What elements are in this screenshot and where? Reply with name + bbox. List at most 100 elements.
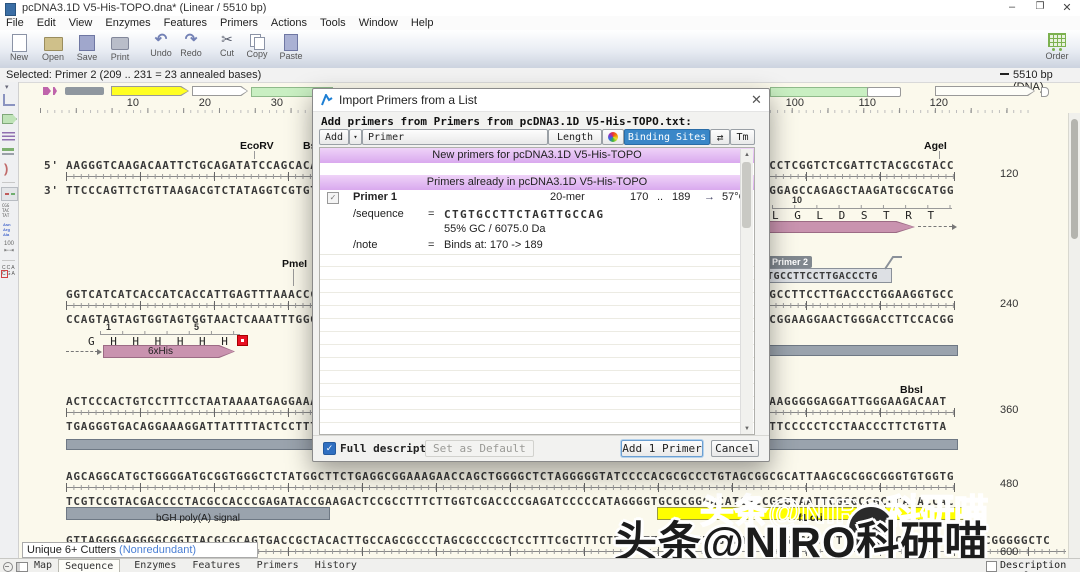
menu-enzymes[interactable]: Enzymes bbox=[105, 17, 150, 29]
ruler-tick-20: 20 bbox=[187, 97, 211, 109]
primers-pair-icon[interactable] bbox=[2, 148, 15, 156]
menu-file[interactable]: File bbox=[6, 17, 24, 29]
redo-icon: ↷ bbox=[178, 31, 204, 48]
tm-column-header[interactable]: Tm bbox=[730, 129, 755, 145]
translation-brace-icon[interactable]: ) bbox=[4, 162, 8, 175]
order-button[interactable]: Order bbox=[1042, 33, 1072, 61]
tab-features[interactable]: Features bbox=[186, 559, 246, 572]
import-primers-dialog: Import Primers from a List ✕ Add primers… bbox=[312, 88, 770, 462]
enzyme-label-agei[interactable]: AgeI bbox=[924, 140, 947, 152]
menu-tools[interactable]: Tools bbox=[320, 17, 346, 29]
menu-features[interactable]: Features bbox=[164, 17, 207, 29]
close-button[interactable]: ✕ bbox=[1056, 1, 1078, 15]
primer1-checkbox[interactable]: ✓ bbox=[327, 192, 339, 204]
primer1-length: 20-mer bbox=[550, 191, 585, 203]
open-folder-icon bbox=[44, 37, 63, 51]
note-eq: = bbox=[428, 239, 434, 251]
full-descriptions-checkbox[interactable]: ✓ bbox=[323, 442, 336, 455]
collapse-caret-icon[interactable]: ▾ bbox=[5, 83, 9, 91]
menu-edit[interactable]: Edit bbox=[37, 17, 56, 29]
cut-button[interactable]: ✂ Cut bbox=[214, 31, 240, 58]
save-button[interactable]: Save bbox=[74, 34, 100, 62]
tab-history[interactable]: History bbox=[309, 559, 363, 572]
menu-primers[interactable]: Primers bbox=[220, 17, 258, 29]
dialog-title-bar[interactable]: Import Primers from a List ✕ bbox=[313, 89, 769, 112]
primer1-end: 189 bbox=[672, 191, 690, 203]
menu-actions[interactable]: Actions bbox=[271, 17, 307, 29]
minimap-long-white-feature bbox=[935, 86, 1035, 96]
zoom-out-icon[interactable] bbox=[3, 562, 13, 572]
primer1-gc-mass: 55% GC / 6075.0 Da bbox=[444, 223, 546, 235]
enzyme-tool-icon[interactable] bbox=[3, 94, 15, 106]
primer2-bent-arrow-icon bbox=[884, 254, 904, 270]
add-column-button[interactable]: Add bbox=[319, 129, 349, 145]
seq-row2-pos: 240 bbox=[1000, 298, 1018, 310]
menu-help[interactable]: Help bbox=[411, 17, 434, 29]
dashes-tool-icon[interactable] bbox=[1, 187, 18, 201]
minimize-button[interactable]: – bbox=[1000, 1, 1024, 15]
panel-toggle-icon[interactable] bbox=[16, 562, 28, 572]
add-dropdown-caret[interactable]: ▾ bbox=[349, 129, 362, 145]
v5-feature-arrow[interactable] bbox=[760, 221, 915, 233]
description-panel-checkbox[interactable] bbox=[986, 561, 997, 572]
open-button[interactable]: Open bbox=[40, 34, 66, 62]
tab-enzymes[interactable]: Enzymes bbox=[128, 559, 182, 572]
tab-map[interactable]: Map bbox=[28, 559, 58, 572]
main-scrollbar-thumb[interactable] bbox=[1071, 119, 1078, 239]
binding-sites-column-header[interactable]: Binding Sites bbox=[624, 129, 710, 145]
row2-gray-feature-bar[interactable] bbox=[764, 345, 958, 356]
list-scrollbar-thumb[interactable] bbox=[742, 162, 751, 228]
cut-label: Cut bbox=[214, 48, 240, 58]
feature-arrow-icon[interactable] bbox=[2, 114, 17, 124]
swap-strand-column-header[interactable]: ⇄ bbox=[710, 129, 730, 145]
paste-clipboard-icon bbox=[284, 34, 298, 51]
description-panel-label[interactable]: Description Panel bbox=[1000, 560, 1080, 572]
primer-column-header[interactable]: Primer bbox=[362, 129, 548, 145]
set-default-button[interactable]: Set as Default bbox=[425, 440, 534, 457]
codon-text-icon[interactable]: CGGTACTAT bbox=[2, 203, 9, 218]
alignment-lines-icon[interactable] bbox=[2, 132, 15, 141]
primer2-box[interactable]: TGCCTTCCTTGACCCTG bbox=[764, 268, 892, 283]
bgh-polya-feature-bar[interactable]: bGH poly(A) signal bbox=[66, 507, 330, 520]
copy-button[interactable]: Copy bbox=[244, 34, 270, 59]
note-key: /note bbox=[353, 239, 377, 251]
primer1-sequence-value: CTGTGCCTTCTAGTTGCCAG bbox=[444, 208, 604, 221]
ruler-100-icon[interactable]: 100⇤⇥ bbox=[2, 241, 16, 254]
ecorv-site-line bbox=[254, 151, 255, 159]
primer2-label[interactable]: Primer 2 bbox=[768, 256, 812, 268]
scissors-icon: ✂ bbox=[214, 31, 240, 48]
list-scrollbar-track[interactable]: ▲ ▼ bbox=[740, 149, 753, 435]
aa-names-icon[interactable]: AsnArgAla bbox=[3, 222, 11, 237]
undo-button[interactable]: ↶ Undo bbox=[148, 31, 174, 58]
length-column-header[interactable]: Length bbox=[548, 129, 602, 145]
copy-label: Copy bbox=[244, 49, 270, 59]
dialog-header-text: Add primers from Primers from pcDNA3.1D … bbox=[321, 115, 692, 128]
tab-primers[interactable]: Primers bbox=[251, 559, 305, 572]
list-scroll-up-icon[interactable]: ▲ bbox=[741, 149, 753, 161]
seq-row4-top[interactable]: AGCAGGCATGCTGGGGATGCGGTGGGCTCTATGGCTTCTG… bbox=[66, 471, 954, 482]
tab-sequence[interactable]: Sequence bbox=[58, 559, 120, 572]
color-column-header[interactable] bbox=[602, 129, 624, 145]
sixhis-feature-arrow[interactable]: 6xHis bbox=[103, 345, 235, 358]
enzyme-label-pmei[interactable]: PmeI bbox=[282, 258, 307, 270]
dialog-close-icon[interactable]: ✕ bbox=[751, 92, 762, 108]
main-scrollbar-track[interactable] bbox=[1068, 113, 1080, 558]
add-primer-button[interactable]: Add 1 Primer bbox=[621, 440, 703, 457]
paste-button[interactable]: Paste bbox=[278, 34, 304, 61]
cca-tool-icon[interactable]: CCACGA bbox=[2, 265, 16, 277]
primer1-strand-arrow-icon: → bbox=[704, 191, 715, 203]
menu-view[interactable]: View bbox=[69, 17, 93, 29]
cutters-tooltip: Unique 6+ Cutters (Nonredundant) bbox=[22, 542, 258, 558]
five-prime-label: 5' bbox=[44, 160, 59, 171]
new-button[interactable]: New bbox=[6, 34, 32, 62]
sequence-eq: = bbox=[428, 208, 434, 220]
cancel-button[interactable]: Cancel bbox=[711, 440, 759, 457]
primer1-row[interactable]: ✓ Primer 1 20-mer 170 .. 189 → 57°C bbox=[320, 190, 754, 206]
print-button[interactable]: Print bbox=[106, 34, 134, 62]
enzyme-label-ecorv[interactable]: EcoRV bbox=[240, 140, 274, 152]
maximize-button[interactable]: ❐ bbox=[1028, 1, 1052, 15]
redo-button[interactable]: ↷ Redo bbox=[178, 31, 204, 58]
list-scroll-down-icon[interactable]: ▼ bbox=[741, 423, 753, 435]
aa-row1-letters: L G L D S T R T bbox=[772, 210, 935, 221]
menu-window[interactable]: Window bbox=[359, 17, 398, 29]
